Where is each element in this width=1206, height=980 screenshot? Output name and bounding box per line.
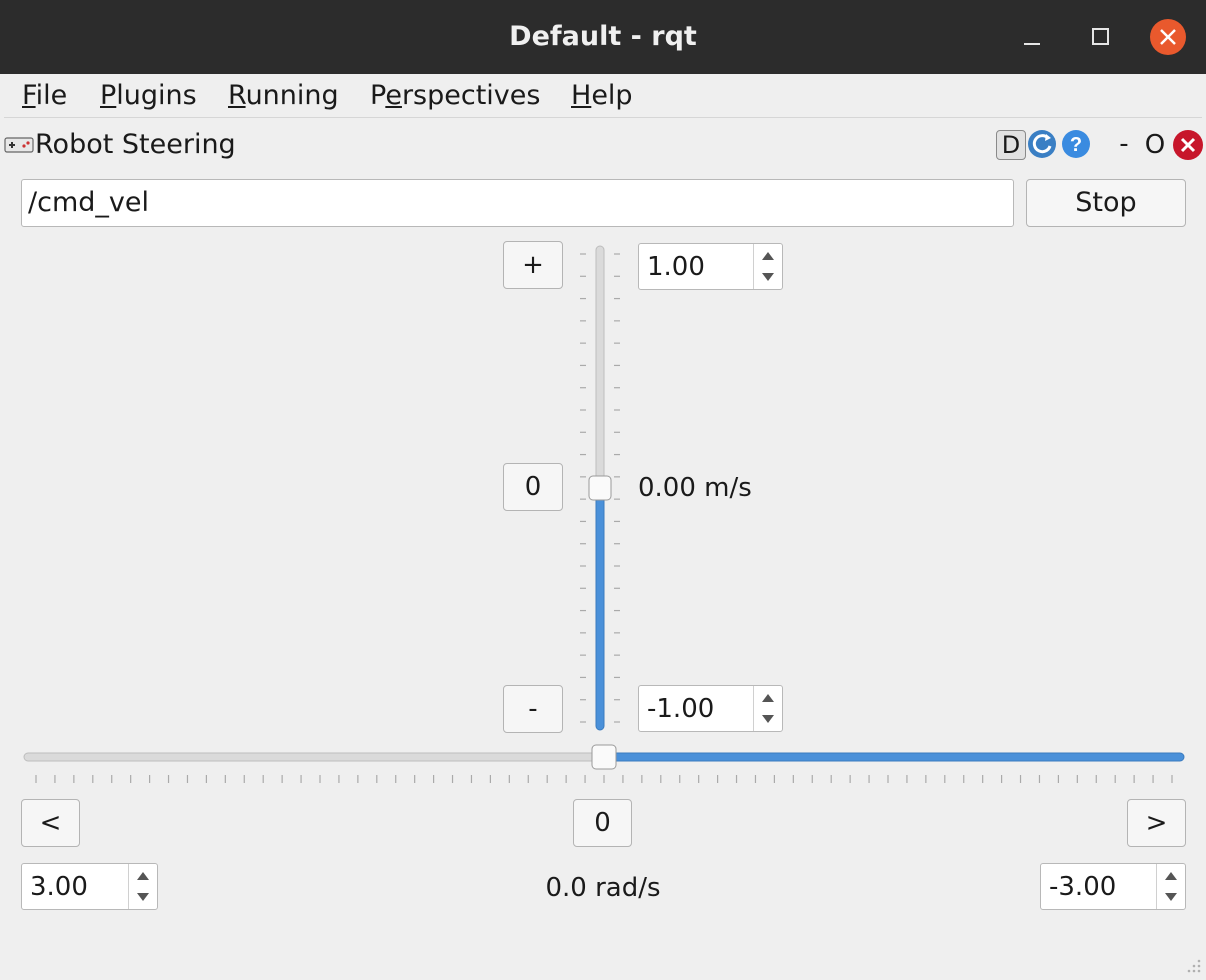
linear-min-spinbox[interactable]: -1.00 <box>638 685 783 732</box>
slider-handle <box>588 475 612 501</box>
close-window-button[interactable] <box>1150 19 1186 55</box>
minimize-icon <box>1024 43 1040 45</box>
down-arrow-icon <box>762 715 774 723</box>
plugin-title: Robot Steering <box>35 129 236 160</box>
topic-input[interactable]: /cmd_vel <box>21 179 1014 227</box>
linear-max-spinbox[interactable]: 1.00 <box>638 243 783 290</box>
float-plugin-button[interactable]: O <box>1140 128 1170 160</box>
minimize-plugin-button[interactable]: - <box>1112 128 1136 160</box>
close-icon <box>1160 29 1176 45</box>
close-circle-icon <box>1173 130 1203 160</box>
linear-velocity-slider[interactable] <box>576 240 624 736</box>
svg-text:?: ? <box>1070 134 1082 156</box>
menu-running[interactable]: Running <box>228 78 339 114</box>
resize-grip-icon <box>1187 959 1201 973</box>
resize-grip[interactable] <box>1184 956 1202 974</box>
spinbox-arrows[interactable] <box>753 686 782 731</box>
up-arrow-icon <box>762 694 774 702</box>
linear-reset-button[interactable]: 0 <box>503 463 563 511</box>
spinbox-arrows[interactable] <box>1156 864 1185 909</box>
angular-right-button[interactable]: > <box>1127 799 1186 847</box>
reload-icon <box>1028 130 1056 158</box>
spinbox-arrows[interactable] <box>128 864 157 909</box>
angular-max-spinbox[interactable]: 3.00 <box>21 863 158 910</box>
angular-reset-button[interactable]: 0 <box>573 799 632 847</box>
slider-groove <box>595 245 605 489</box>
dock-d-button[interactable]: D <box>996 130 1026 160</box>
reload-button[interactable] <box>1026 128 1058 160</box>
close-plugin-button[interactable] <box>1172 129 1204 161</box>
down-arrow-icon <box>137 893 149 901</box>
maximize-icon <box>1092 28 1109 45</box>
slider-fill <box>595 487 605 731</box>
slider-handle <box>591 744 617 770</box>
angular-velocity-slider[interactable] <box>20 742 1188 788</box>
slider-fill <box>603 752 1185 762</box>
help-button[interactable]: ? <box>1060 128 1092 160</box>
spinbox-arrows[interactable] <box>753 244 782 289</box>
linear-increase-button[interactable]: + <box>503 241 563 289</box>
help-icon: ? <box>1062 130 1090 158</box>
maximize-window-button[interactable] <box>1082 19 1118 55</box>
angular-min-spinbox[interactable]: -3.00 <box>1040 863 1186 910</box>
linear-decrease-button[interactable]: - <box>503 685 563 733</box>
gamepad-icon <box>4 136 34 154</box>
down-arrow-icon <box>762 273 774 281</box>
linear-value-label: 0.00 m/s <box>638 473 752 503</box>
menu-file[interactable]: File <box>22 78 67 114</box>
up-arrow-icon <box>137 872 149 880</box>
down-arrow-icon <box>1165 893 1177 901</box>
stop-button[interactable]: Stop <box>1026 179 1186 227</box>
up-arrow-icon <box>762 252 774 260</box>
menu-perspectives[interactable]: Perspectives <box>370 78 540 114</box>
slider-groove <box>23 752 605 762</box>
up-arrow-icon <box>1165 872 1177 880</box>
menu-help[interactable]: Help <box>571 78 633 114</box>
minimize-window-button[interactable] <box>1014 19 1050 55</box>
angular-value-label: 0.0 rad/s <box>545 873 661 903</box>
angular-left-button[interactable]: < <box>21 799 80 847</box>
menu-plugins[interactable]: Plugins <box>100 78 197 114</box>
